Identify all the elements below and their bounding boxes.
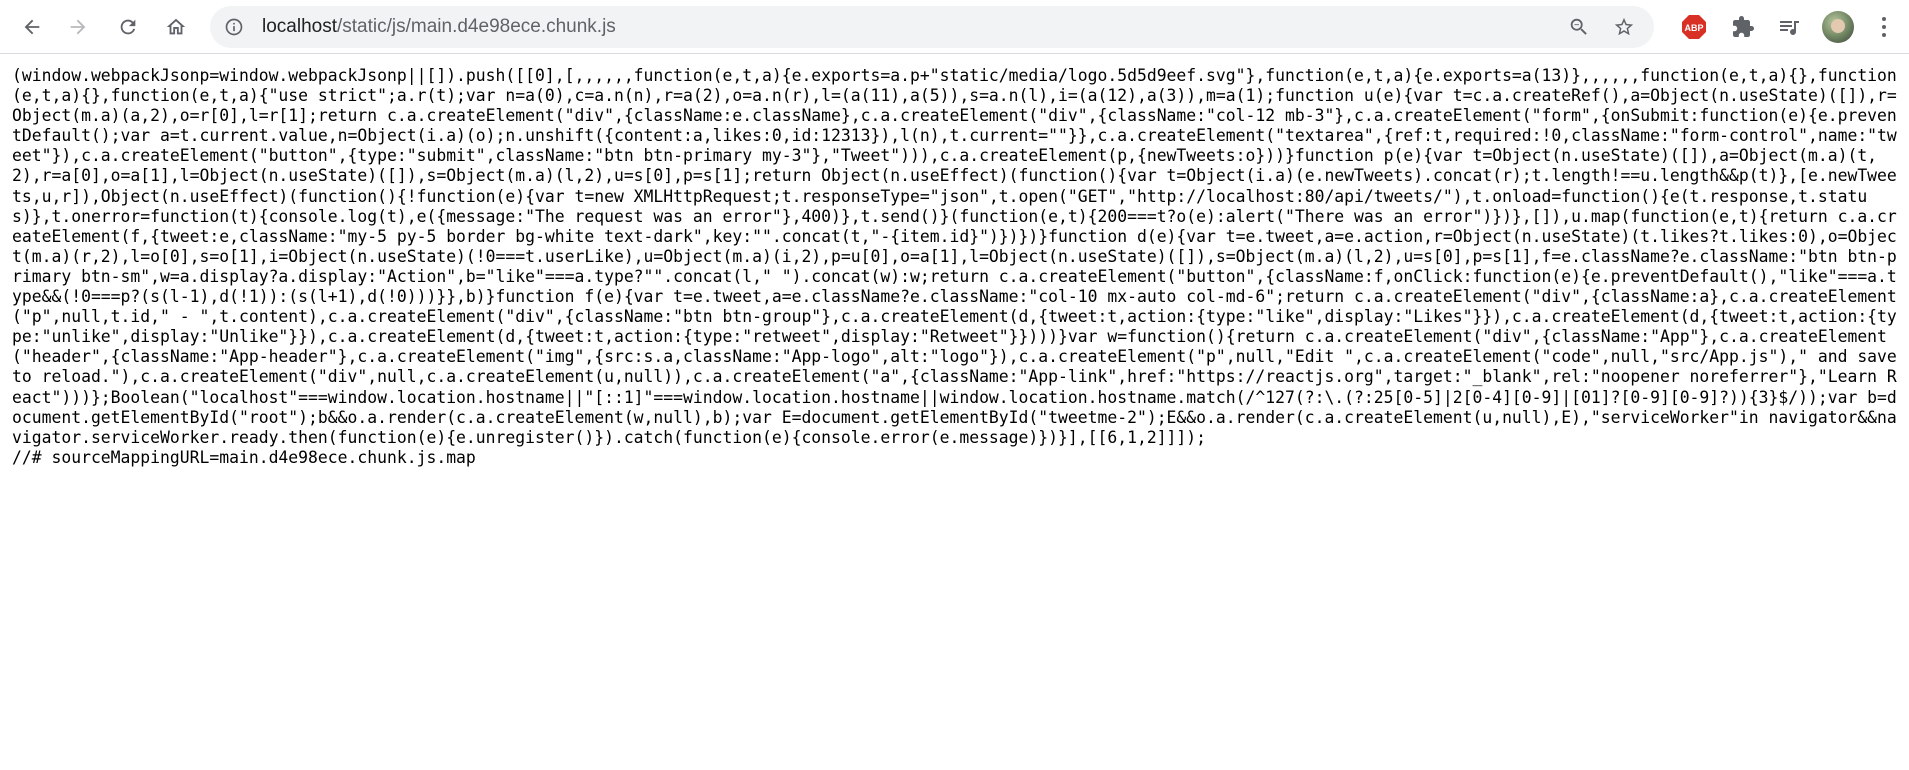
address-bar[interactable]: localhost/static/js/main.d4e98ece.chunk.… [210,6,1654,48]
media-queue-button[interactable] [1775,13,1803,41]
url-path: /static/js/main.d4e98ece.chunk.js [337,16,616,37]
media-queue-icon [1780,21,1799,35]
home-button[interactable] [158,9,194,45]
extensions-button[interactable] [1729,13,1757,41]
url-text[interactable]: localhost/static/js/main.d4e98ece.chunk.… [262,6,616,48]
zoom-out-icon[interactable] [1568,16,1590,43]
reload-icon [120,19,136,35]
abp-extension-button[interactable]: ABP [1680,13,1708,41]
abp-icon: ABP [1682,15,1706,39]
star-icon[interactable] [1613,16,1635,43]
avatar-icon [1822,11,1854,43]
reload-button[interactable] [110,9,146,45]
forward-button[interactable] [60,9,96,45]
back-button[interactable] [14,9,50,45]
info-icon[interactable] [224,17,244,42]
back-arrow-icon [24,19,40,35]
kebab-menu-icon[interactable] [1874,13,1894,41]
browser-toolbar: localhost/static/js/main.d4e98ece.chunk.… [0,0,1909,54]
home-icon [166,18,186,35]
forward-arrow-icon [70,19,86,35]
puzzle-icon [1733,16,1754,37]
javascript-source-text: (window.webpackJsonp=window.webpackJsonp… [12,66,1897,467]
abp-label: ABP [1684,23,1703,33]
url-host: localhost [262,16,337,37]
profile-button[interactable] [1822,11,1854,43]
